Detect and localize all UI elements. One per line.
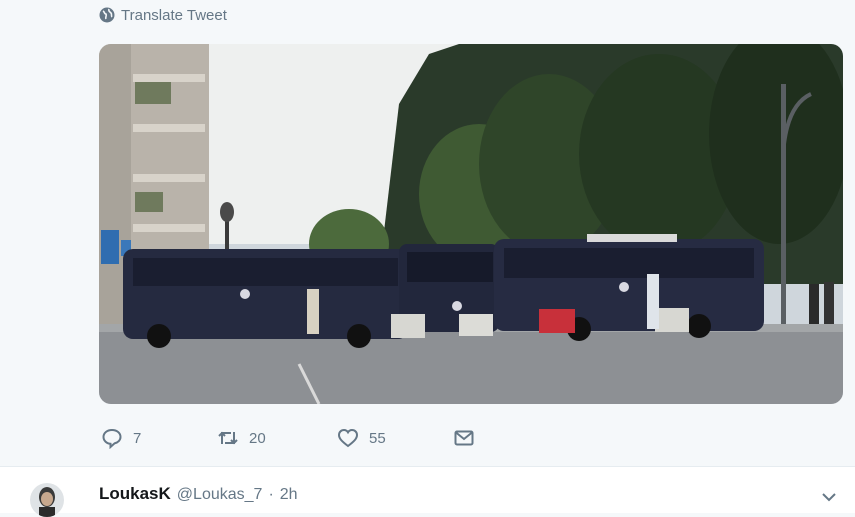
tweet-header: LoukasK @Loukas_7 · 2h — [99, 484, 298, 504]
avatar-image — [30, 483, 64, 517]
tweet-card: Translate Tweet 7 20 55 — [0, 0, 855, 466]
heart-icon — [337, 428, 359, 448]
translate-tweet-link[interactable]: Translate Tweet — [99, 5, 227, 25]
globe-icon — [99, 7, 115, 23]
tweet-photo[interactable] — [99, 44, 843, 404]
author-handle[interactable]: @Loukas_7 — [177, 486, 263, 504]
like-button[interactable]: 55 — [337, 424, 386, 452]
separator-dot: · — [268, 486, 274, 503]
reply-button[interactable]: 7 — [101, 424, 141, 452]
reply-icon — [102, 428, 122, 449]
retweet-button[interactable]: 20 — [217, 424, 266, 452]
envelope-icon — [454, 430, 474, 446]
retweet-count: 20 — [249, 429, 266, 447]
retweet-icon — [218, 431, 238, 445]
direct-message-button[interactable] — [453, 424, 475, 452]
next-tweet[interactable]: LoukasK @Loukas_7 · 2h — [0, 467, 855, 517]
tweet-timestamp[interactable]: 2h — [280, 486, 298, 504]
author-name[interactable]: LoukasK — [99, 484, 171, 504]
chevron-down-icon[interactable] — [819, 487, 839, 507]
like-count: 55 — [369, 429, 386, 447]
tweet-actions: 7 20 55 — [99, 424, 843, 452]
photo-police-buses — [99, 44, 843, 404]
translate-tweet-label: Translate Tweet — [121, 6, 227, 24]
reply-count: 7 — [133, 429, 142, 447]
avatar[interactable] — [30, 483, 64, 517]
